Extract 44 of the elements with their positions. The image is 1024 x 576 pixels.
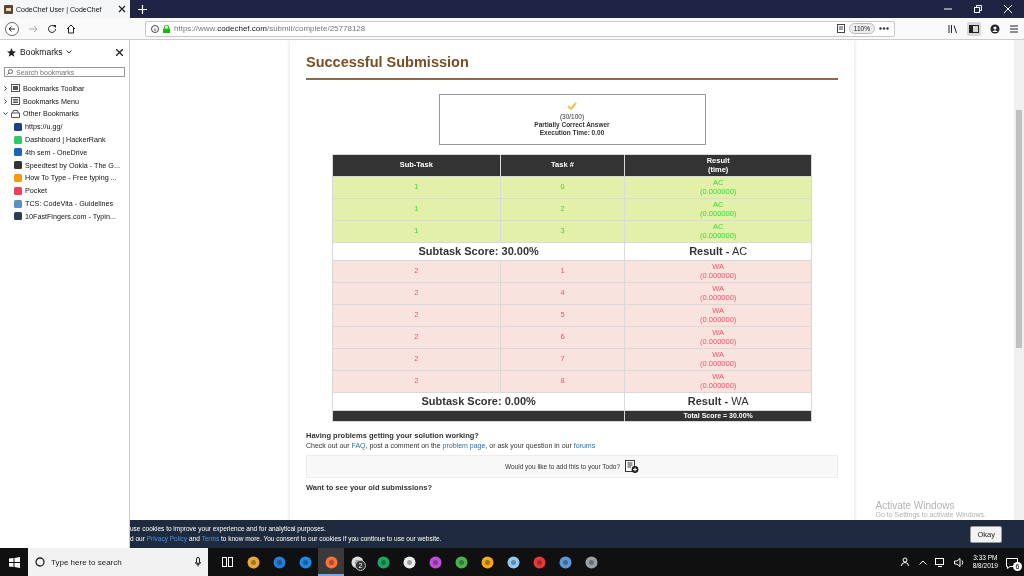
home-icon[interactable] bbox=[66, 23, 76, 34]
people-icon[interactable] bbox=[900, 557, 911, 567]
lock-icon bbox=[163, 24, 170, 33]
caret-icon bbox=[65, 50, 72, 54]
menu-icon[interactable] bbox=[1009, 23, 1019, 34]
add-todo-icon[interactable] bbox=[625, 460, 639, 473]
task-view-icon[interactable] bbox=[221, 557, 233, 567]
microphone-icon[interactable] bbox=[195, 557, 201, 567]
volume-icon[interactable] bbox=[953, 557, 965, 567]
star-icon bbox=[7, 47, 16, 57]
account-icon[interactable] bbox=[990, 23, 1000, 34]
network-icon[interactable] bbox=[934, 557, 946, 567]
reader-view-icon[interactable] bbox=[836, 24, 845, 33]
subtask-result: Result - WA bbox=[625, 393, 811, 410]
start-icon[interactable] bbox=[8, 556, 20, 568]
more-icon[interactable] bbox=[879, 27, 889, 30]
folder-icon bbox=[11, 110, 20, 118]
search-icon bbox=[7, 69, 13, 75]
sidebar-title[interactable]: Bookmarks bbox=[20, 47, 72, 57]
info-icon[interactable] bbox=[151, 24, 159, 33]
page-title: Successful Submission bbox=[306, 54, 838, 80]
back-icon[interactable] bbox=[5, 21, 19, 36]
subtask-result: Result - AC bbox=[625, 243, 811, 260]
library-icon[interactable] bbox=[948, 23, 958, 34]
subtask-score: Subtask Score: 30.00% bbox=[333, 243, 625, 260]
scrollbar-thumb[interactable] bbox=[1016, 110, 1022, 348]
subtask-score: Subtask Score: 0.00% bbox=[333, 393, 625, 410]
folder-icon bbox=[11, 84, 20, 93]
sidebar-icon[interactable] bbox=[967, 21, 981, 36]
caret-icon[interactable] bbox=[918, 559, 927, 565]
activation-title: Activate Windows bbox=[875, 500, 956, 511]
search-placeholder: Type here to search bbox=[51, 557, 123, 567]
reload-icon[interactable] bbox=[47, 23, 57, 34]
checkmark-icon bbox=[567, 101, 577, 110]
folder-icon bbox=[11, 97, 20, 106]
restore-icon[interactable] bbox=[974, 5, 982, 13]
close-icon[interactable] bbox=[118, 5, 126, 13]
site-favicon-icon bbox=[4, 4, 13, 14]
minimize-icon[interactable] bbox=[944, 5, 952, 13]
search-icon bbox=[35, 557, 45, 567]
close-icon[interactable] bbox=[116, 48, 123, 56]
url-text: https://www.codechef.com/submit/complete/25778128 bbox=[174, 24, 367, 33]
taskbar-search[interactable]: Type here to search bbox=[28, 548, 208, 576]
new-tab-icon[interactable] bbox=[138, 4, 147, 14]
